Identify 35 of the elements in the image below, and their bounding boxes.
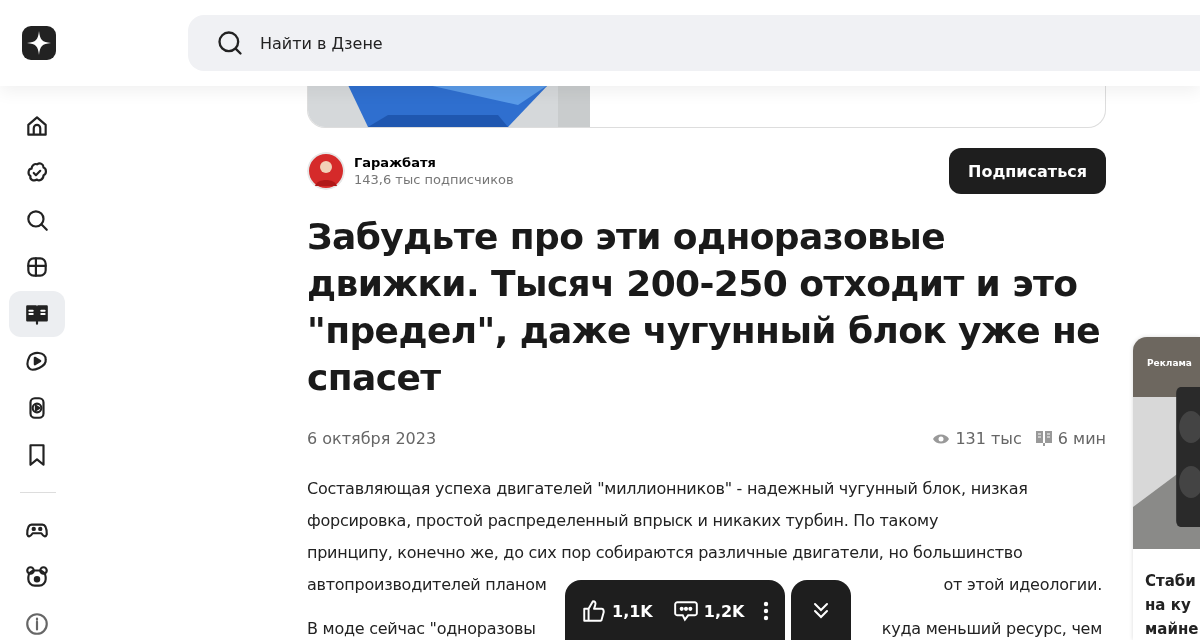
- paragraph-line: Составляющая успеха двигателей "миллионников" - надежный чугунный блок, низкая: [307, 478, 1029, 500]
- publish-date: 6 октября 2023: [307, 429, 437, 448]
- read-time: 6 мин: [1057, 429, 1106, 448]
- paragraph-fragment: автопроизводителей планом: [307, 574, 547, 596]
- search-bar[interactable]: Найти в Дзене: [188, 15, 1200, 71]
- sidebar-item[interactable]: [9, 291, 65, 337]
- paragraph-fragment: от этой идеологии.: [943, 574, 1102, 596]
- paragraph-fragment: куда меньший ресурс, чем: [881, 618, 1102, 640]
- info-icon: [24, 611, 50, 637]
- grid-icon: [24, 254, 50, 280]
- comment-button[interactable]: 1,2K: [672, 598, 745, 624]
- paragraph-line: форсировка, простой распределенный впрыск и никаких турбин. По такому: [307, 510, 940, 532]
- paragraph-fragment: В моде сейчас "одноразовы: [307, 618, 536, 640]
- subscriber-count: 143,6 тыс подписчиков: [354, 172, 514, 187]
- ad-title[interactable]: Стаби на ку майне: [1133, 549, 1200, 640]
- subscribe-button[interactable]: Подписаться: [949, 148, 1106, 194]
- more-icon[interactable]: [762, 601, 769, 621]
- scroll-down-button[interactable]: [790, 580, 851, 640]
- paragraph-line: принципу, конечно же, до сих пор собираются различные двигатели, но большинство: [307, 542, 1024, 564]
- avatar-icon[interactable]: [307, 152, 345, 190]
- ad-label: Реклама: [1147, 358, 1192, 368]
- bear-icon: [24, 564, 50, 590]
- eye-icon: [933, 432, 950, 445]
- author-name[interactable]: Гаражбатя: [354, 155, 514, 170]
- search-icon: [24, 207, 50, 233]
- card-background[interactable]: [307, 85, 1106, 128]
- view-count: 131 тыс: [955, 429, 1022, 448]
- logo-icon[interactable]: [22, 26, 56, 60]
- like-button[interactable]: 1,1K: [581, 598, 653, 624]
- comment-icon: [672, 598, 699, 624]
- book-icon: [1035, 430, 1052, 447]
- article-title: Забудьте про эти одноразовые движки. Тысяч 200-250 отходит и это "предел", даже чугунный блок уже не спасет: [307, 215, 1102, 400]
- thumbs-up-icon: [581, 598, 607, 624]
- search-icon: [216, 29, 244, 57]
- home-icon: [24, 113, 50, 139]
